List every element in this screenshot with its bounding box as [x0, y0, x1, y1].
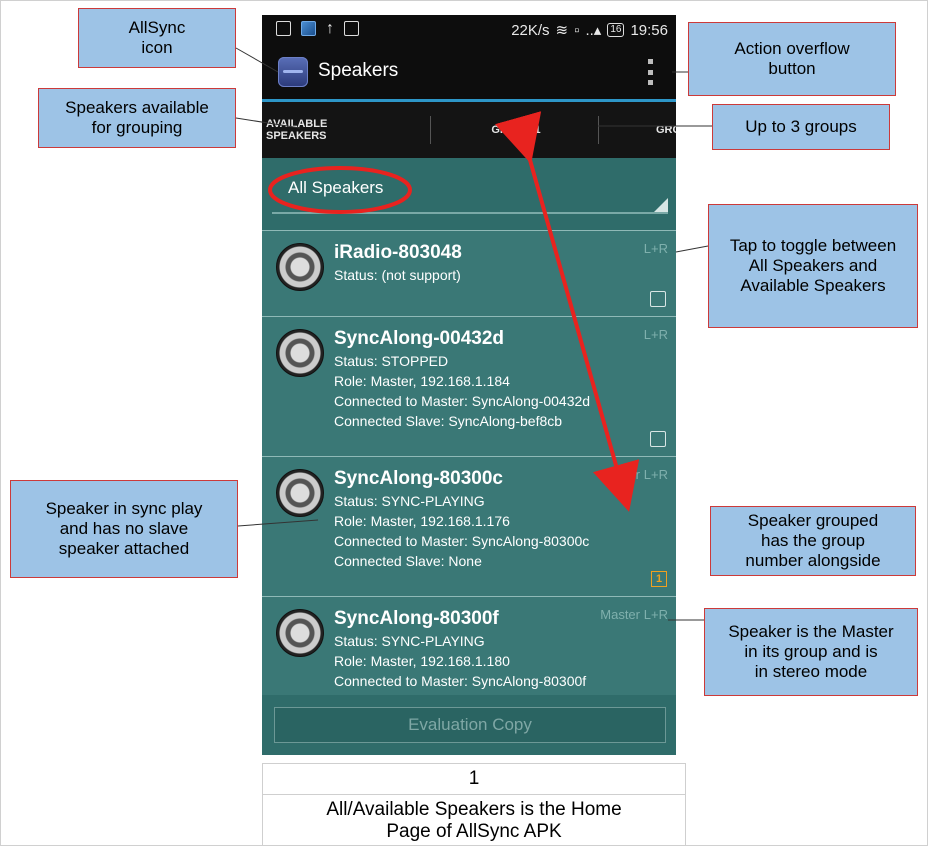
tab-group-2[interactable]: GRO — [656, 102, 676, 158]
bottom-bar: Evaluation Copy — [262, 695, 676, 755]
speaker-list-item[interactable]: SyncAlong-00432d Status: STOPPED Role: Mas… — [262, 316, 676, 456]
speaker-list-item[interactable]: iRadio-803048 Status: (not support) L+R — [262, 230, 676, 316]
tab-available-speakers[interactable]: AVAILABLE SPEAKERS — [262, 102, 430, 158]
speaker-detail-line: Connected to Master: SyncAlong-00432d — [334, 393, 591, 409]
app-notification-icon — [301, 21, 316, 36]
speaker-detail-line: Role: Master, 192.168.1.180 — [334, 653, 510, 669]
speaker-filter-spinner[interactable]: All Speakers — [262, 158, 676, 218]
speaker-channel-mode: L+R — [643, 327, 668, 342]
callout-grouped-number: Speaker grouped has the group number alo… — [710, 506, 916, 576]
figure-caption: 1 All/Available Speakers is the Home Pag… — [262, 763, 686, 846]
vibrate-icon: ▫ — [574, 21, 580, 39]
speaker-role-tag: Master — [600, 607, 640, 622]
speaker-info: iRadio-803048 Status: (not support) — [334, 241, 636, 285]
speaker-icon — [276, 609, 324, 657]
speaker-detail-line: Status: STOPPED — [334, 353, 449, 369]
callout-action-overflow: Action overflow button — [688, 22, 896, 96]
speaker-detail-line: Status: (not support) — [334, 267, 461, 283]
app-title: Speakers — [318, 60, 399, 81]
callout-master-stereo: Speaker is the Master in its group and i… — [704, 608, 918, 696]
network-speed: 22K/s — [511, 21, 550, 39]
speaker-icon — [276, 469, 324, 517]
tab-label: GROUP 1 — [491, 124, 541, 136]
speaker-detail-line: Connected to Master: SyncAlong-80300c — [334, 533, 590, 549]
speaker-name: SyncAlong-80300f — [334, 608, 499, 629]
speaker-detail-line: Connected Slave: None — [334, 553, 482, 569]
callout-available-for-grouping: Speakers available for grouping — [38, 88, 236, 148]
tab-label: AVAILABLE SPEAKERS — [266, 118, 328, 142]
figure-number: 1 — [263, 764, 685, 795]
speaker-role-tag: Master — [600, 467, 640, 482]
callout-sync-play-no-slave: Speaker in sync play and has no slave sp… — [10, 480, 238, 578]
action-overflow-icon[interactable] — [648, 59, 654, 85]
figure-caption-text: All/Available Speakers is the Home Page … — [326, 799, 622, 842]
callout-up-to-3-groups: Up to 3 groups — [712, 104, 890, 150]
speaker-detail-line: Status: SYNC-PLAYING — [334, 493, 485, 509]
clock: 19:56 — [630, 21, 668, 39]
dropdown-corner-icon — [654, 198, 668, 212]
phone-screenshot: ↑ 22K/s ≋ ▫ ..▴ 16 19:56 Speakers AVAILA… — [262, 15, 676, 755]
speaker-info: SyncAlong-80300f Status: SYNC-PLAYING Role… — [334, 607, 636, 691]
briefcase-notification-icon — [344, 21, 359, 36]
speaker-select-checkbox[interactable] — [650, 291, 666, 307]
speaker-icon — [276, 329, 324, 377]
speaker-select-checkbox[interactable] — [650, 431, 666, 447]
speaker-detail-line: Role: Master, 192.168.1.184 — [334, 373, 510, 389]
callout-tap-to-toggle: Tap to toggle between All Speakers and A… — [708, 204, 918, 328]
speaker-icon — [276, 243, 324, 291]
speaker-detail-line: Status: SYNC-PLAYING — [334, 633, 485, 649]
evaluation-copy-button[interactable]: Evaluation Copy — [274, 707, 666, 743]
speaker-info: SyncAlong-00432d Status: STOPPED Role: Mas… — [334, 327, 636, 431]
callout-allsync-icon: AllSync icon — [78, 8, 236, 68]
group-number-badge[interactable]: 1 — [651, 571, 667, 587]
wifi-icon: ≋ — [555, 22, 569, 39]
battery-icon: 16 — [607, 23, 625, 37]
tab-label: GRO — [656, 124, 676, 136]
screenshot-notification-icon — [276, 21, 291, 36]
speaker-channel-mode: L+R — [643, 241, 668, 256]
speaker-channel-mode: L+R — [643, 607, 668, 622]
tab-divider — [598, 116, 599, 144]
allsync-app-icon[interactable] — [278, 57, 308, 87]
upload-icon: ↑ — [326, 20, 334, 37]
filter-value: All Speakers — [288, 178, 384, 197]
tab-group-1[interactable]: GROUP 1 — [432, 102, 600, 158]
action-bar: Speakers — [262, 45, 676, 99]
tab-divider — [430, 116, 431, 144]
speaker-detail-line: Role: Master, 192.168.1.176 — [334, 513, 510, 529]
speaker-list: iRadio-803048 Status: (not support) L+R Syn… — [262, 230, 676, 721]
speaker-name: SyncAlong-00432d — [334, 328, 504, 349]
speaker-detail-line: Connected to Master: SyncAlong-80300f — [334, 673, 587, 689]
spinner-underline — [272, 212, 668, 214]
speaker-detail-line: Connected Slave: SyncAlong-bef8cb — [334, 413, 563, 429]
speaker-name: SyncAlong-80300c — [334, 468, 503, 489]
speaker-info: SyncAlong-80300c Status: SYNC-PLAYING Role… — [334, 467, 636, 571]
speaker-channel-mode: L+R — [643, 467, 668, 482]
speaker-name: iRadio-803048 — [334, 242, 462, 263]
speaker-list-item[interactable]: SyncAlong-80300c Status: SYNC-PLAYING Role… — [262, 456, 676, 596]
status-bar: ↑ 22K/s ≋ ▫ ..▴ 16 19:56 — [262, 15, 676, 45]
signal-icon: ..▴ — [585, 22, 602, 39]
tab-bar: AVAILABLE SPEAKERS GROUP 1 GRO — [262, 102, 676, 244]
